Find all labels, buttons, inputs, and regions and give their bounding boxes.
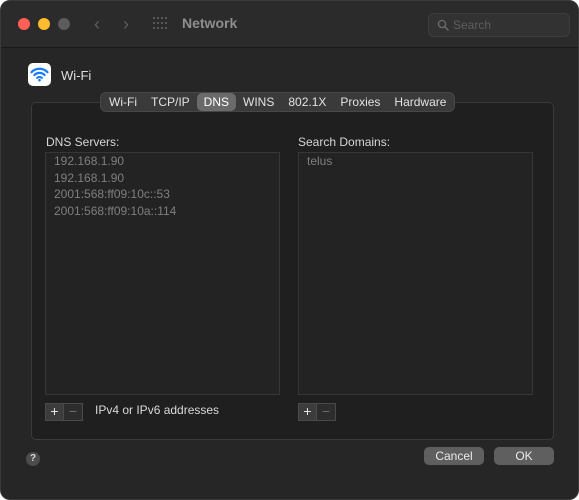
back-arrow-icon[interactable]: ‹ xyxy=(88,13,106,35)
title-bar: ‹ › Network xyxy=(1,1,578,48)
search-field[interactable] xyxy=(428,13,570,37)
tab-wins[interactable]: WINS xyxy=(236,93,281,111)
search-domain-item[interactable]: telus xyxy=(299,153,532,170)
tab-hardware[interactable]: Hardware xyxy=(387,93,453,111)
dns-add-remove-control: + − xyxy=(45,403,83,421)
ok-button[interactable]: OK xyxy=(494,447,554,465)
zoom-window-button[interactable] xyxy=(58,18,70,30)
dns-server-item[interactable]: 192.168.1.90 xyxy=(46,153,279,170)
dns-servers-list[interactable]: 192.168.1.90 192.168.1.90 2001:568:ff09:… xyxy=(45,152,280,395)
remove-search-domain-button[interactable]: − xyxy=(317,403,336,421)
tab-proxies[interactable]: Proxies xyxy=(333,93,387,111)
dns-hint-text: IPv4 or IPv6 addresses xyxy=(95,403,220,417)
add-search-domain-button[interactable]: + xyxy=(298,403,317,421)
forward-arrow-icon[interactable]: › xyxy=(117,13,135,35)
window-title: Network xyxy=(182,15,238,31)
help-button[interactable]: ? xyxy=(26,452,40,466)
wifi-icon xyxy=(28,63,51,86)
search-input[interactable] xyxy=(453,17,563,33)
remove-dns-server-button[interactable]: − xyxy=(64,403,83,421)
add-dns-server-button[interactable]: + xyxy=(45,403,64,421)
tab-wifi[interactable]: Wi-Fi xyxy=(102,93,144,111)
dns-server-item[interactable]: 192.168.1.90 xyxy=(46,170,279,187)
search-domain-add-remove-control: + − xyxy=(298,403,336,421)
interface-name: Wi-Fi xyxy=(61,68,92,83)
tab-802-1x[interactable]: 802.1X xyxy=(281,93,333,111)
cancel-button[interactable]: Cancel xyxy=(424,447,484,465)
search-domains-list[interactable]: telus xyxy=(298,152,533,395)
settings-tabs: Wi-Fi TCP/IP DNS WINS 802.1X Proxies Har… xyxy=(100,92,456,112)
search-domains-label: Search Domains: xyxy=(298,135,391,149)
dns-server-item[interactable]: 2001:568:ff09:10a::114 xyxy=(46,203,279,220)
tab-dns[interactable]: DNS xyxy=(196,93,236,111)
dns-servers-label: DNS Servers: xyxy=(46,135,120,149)
close-window-button[interactable] xyxy=(18,18,30,30)
minimize-window-button[interactable] xyxy=(38,18,50,30)
tab-tcp-ip[interactable]: TCP/IP xyxy=(144,93,197,111)
dns-server-item[interactable]: 2001:568:ff09:10c::53 xyxy=(46,186,279,203)
network-window: ‹ › Network Wi-Fi Wi-Fi TCP/IP DNS xyxy=(0,0,579,500)
search-icon xyxy=(437,19,449,31)
show-all-grid-icon[interactable] xyxy=(153,17,169,31)
